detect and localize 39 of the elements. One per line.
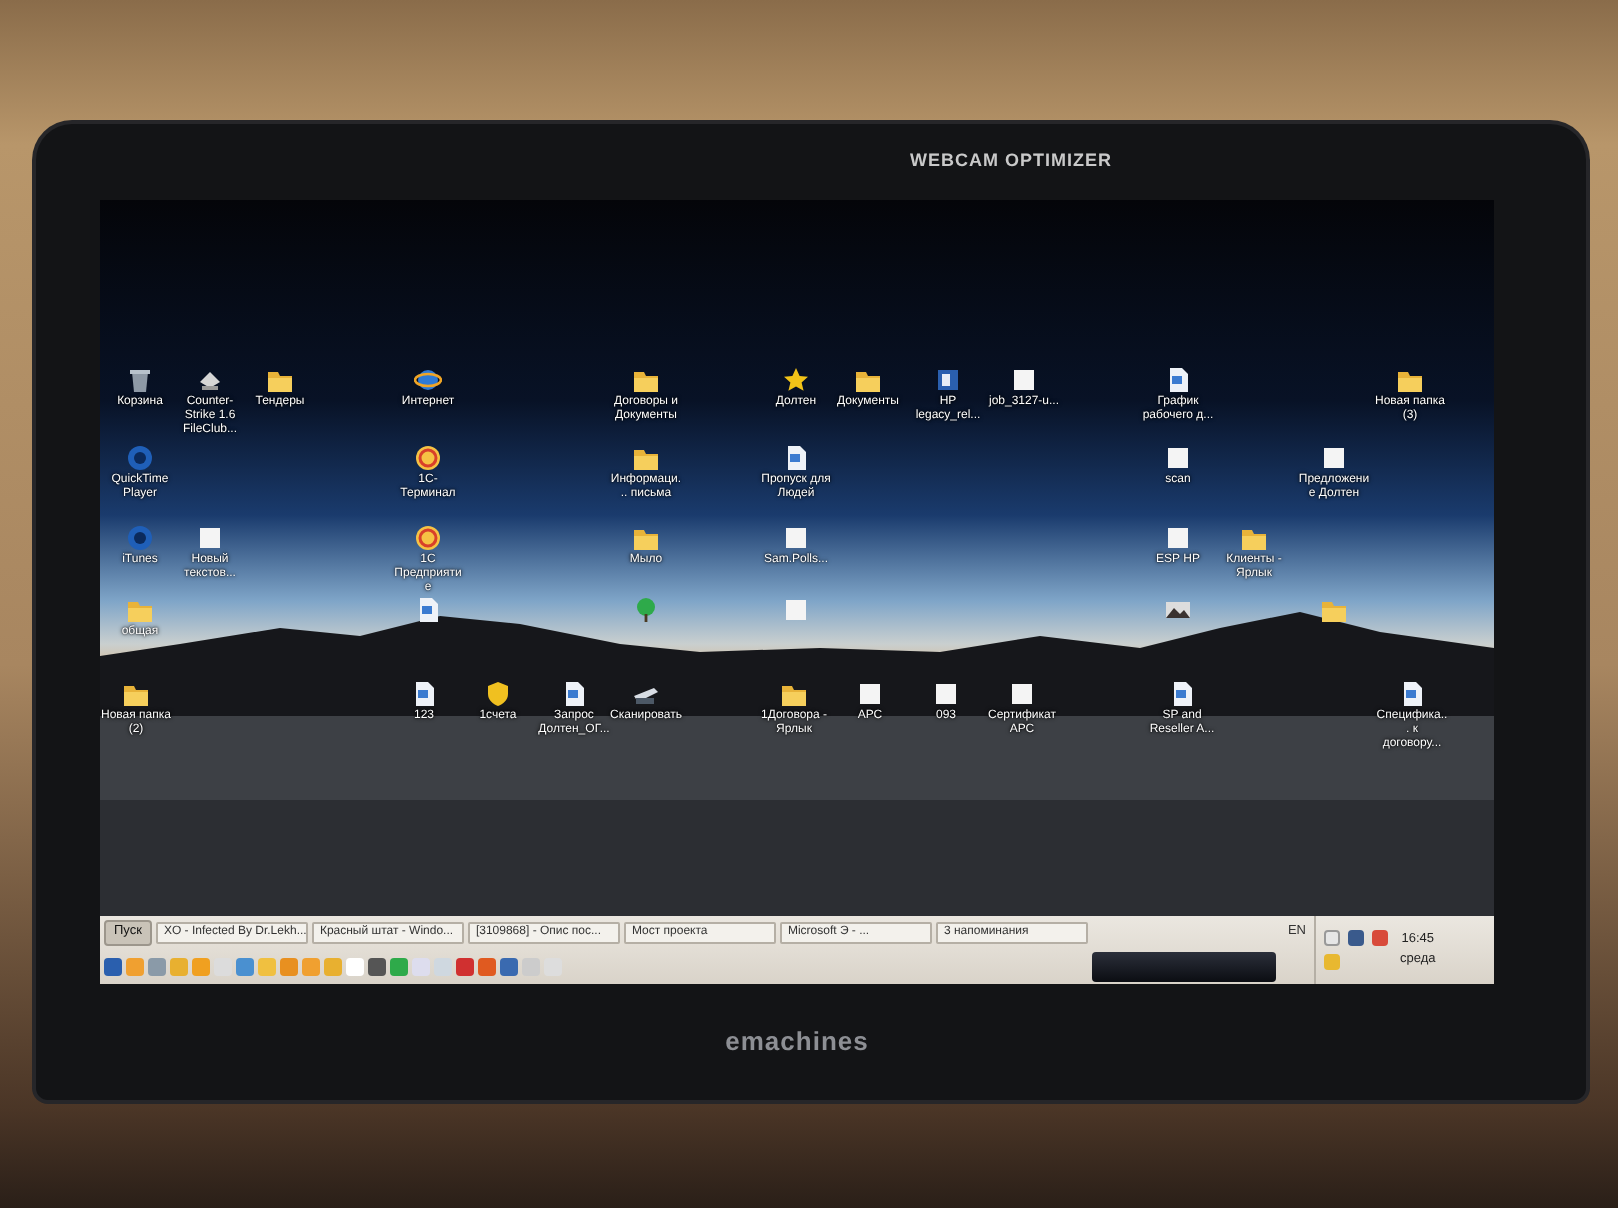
folder-icon[interactable] — [266, 366, 294, 394]
document-icon[interactable] — [410, 680, 438, 708]
document-icon[interactable] — [560, 680, 588, 708]
file-icon[interactable] — [782, 524, 810, 552]
folder-icon[interactable] — [1320, 596, 1348, 624]
folder-icon[interactable] — [122, 680, 150, 708]
folder-icon[interactable] — [1240, 524, 1268, 552]
star-icon[interactable] — [782, 366, 810, 394]
shield-icon[interactable] — [484, 680, 512, 708]
folder-icon[interactable] — [632, 444, 660, 472]
document-icon[interactable] — [414, 596, 442, 624]
document-icon[interactable] — [782, 444, 810, 472]
tree-icon[interactable] — [632, 596, 660, 624]
recycle-bin-icon[interactable] — [126, 366, 154, 394]
folder-icon[interactable] — [854, 366, 882, 394]
document-icon[interactable] — [1168, 680, 1196, 708]
game-icon[interactable] — [196, 366, 224, 394]
folder-icon[interactable] — [780, 680, 808, 708]
file-icon[interactable] — [196, 524, 224, 552]
circle-logo-icon[interactable] — [414, 444, 442, 472]
file-icon[interactable] — [1008, 680, 1036, 708]
folder-icon[interactable] — [632, 366, 660, 394]
folder-icon[interactable] — [632, 524, 660, 552]
image-icon[interactable] — [1164, 596, 1192, 624]
document-icon[interactable] — [1398, 680, 1426, 708]
brand-logo: emachines — [725, 1024, 869, 1061]
webcam-label: WEBCAM OPTIMIZER — [910, 148, 1112, 175]
circle-logo-icon[interactable] — [414, 524, 442, 552]
file-icon[interactable] — [1164, 444, 1192, 472]
browser-icon[interactable] — [414, 366, 442, 394]
document-icon[interactable] — [1164, 366, 1192, 394]
folder-icon[interactable] — [1396, 366, 1424, 394]
file-icon[interactable] — [1164, 524, 1192, 552]
file-icon[interactable] — [856, 680, 884, 708]
file-icon[interactable] — [1320, 444, 1348, 472]
media-icon[interactable] — [126, 444, 154, 472]
file-icon[interactable] — [932, 680, 960, 708]
file-icon[interactable] — [1010, 366, 1038, 394]
installer-icon[interactable] — [934, 366, 962, 394]
